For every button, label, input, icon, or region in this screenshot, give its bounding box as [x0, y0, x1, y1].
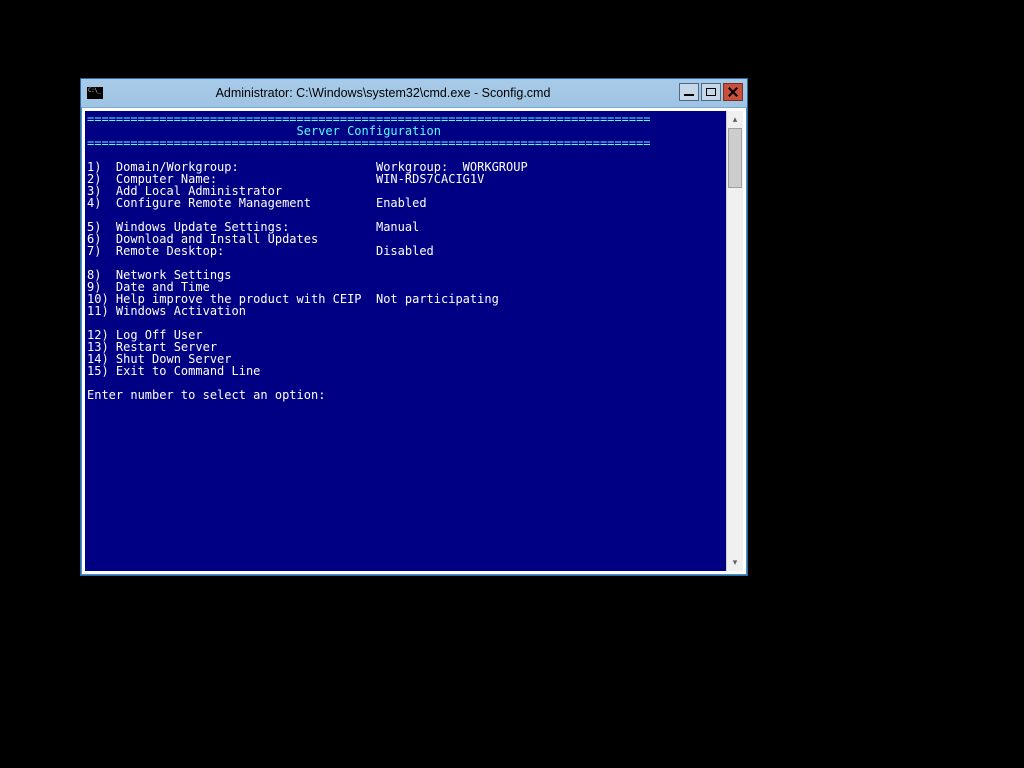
console-text[interactable]: ========================================…: [85, 111, 726, 571]
close-button[interactable]: [723, 83, 743, 101]
chevron-down-icon: ▾: [733, 557, 738, 568]
menu-item: 11) Windows Activation: [87, 304, 246, 318]
client-area: ========================================…: [85, 111, 743, 571]
minimize-button[interactable]: [679, 83, 699, 101]
scroll-down-button[interactable]: ▾: [727, 554, 743, 571]
menu-item: 4) Configure Remote Management Enabled: [87, 196, 427, 210]
menu-item: 15) Exit to Command Line: [87, 364, 260, 378]
close-icon: [728, 87, 738, 97]
window-controls: [679, 83, 743, 101]
vertical-scrollbar[interactable]: ▴ ▾: [726, 111, 743, 571]
cmd-icon[interactable]: [87, 85, 103, 101]
cmd-window: Administrator: C:\Windows\system32\cmd.e…: [80, 78, 748, 576]
rule-line: ========================================…: [87, 136, 651, 150]
scrollbar-track[interactable]: [727, 128, 743, 554]
menu-item: 7) Remote Desktop: Disabled: [87, 244, 434, 258]
titlebar[interactable]: Administrator: C:\Windows\system32\cmd.e…: [81, 79, 747, 108]
chevron-up-icon: ▴: [733, 114, 738, 125]
scroll-up-button[interactable]: ▴: [727, 111, 743, 128]
maximize-button[interactable]: [701, 83, 721, 101]
minimize-icon: [684, 94, 694, 96]
scrollbar-thumb[interactable]: [728, 128, 742, 188]
prompt: Enter number to select an option:: [87, 388, 333, 402]
console[interactable]: ========================================…: [85, 111, 743, 571]
window-title: Administrator: C:\Windows\system32\cmd.e…: [109, 86, 747, 100]
maximize-icon: [706, 88, 716, 96]
